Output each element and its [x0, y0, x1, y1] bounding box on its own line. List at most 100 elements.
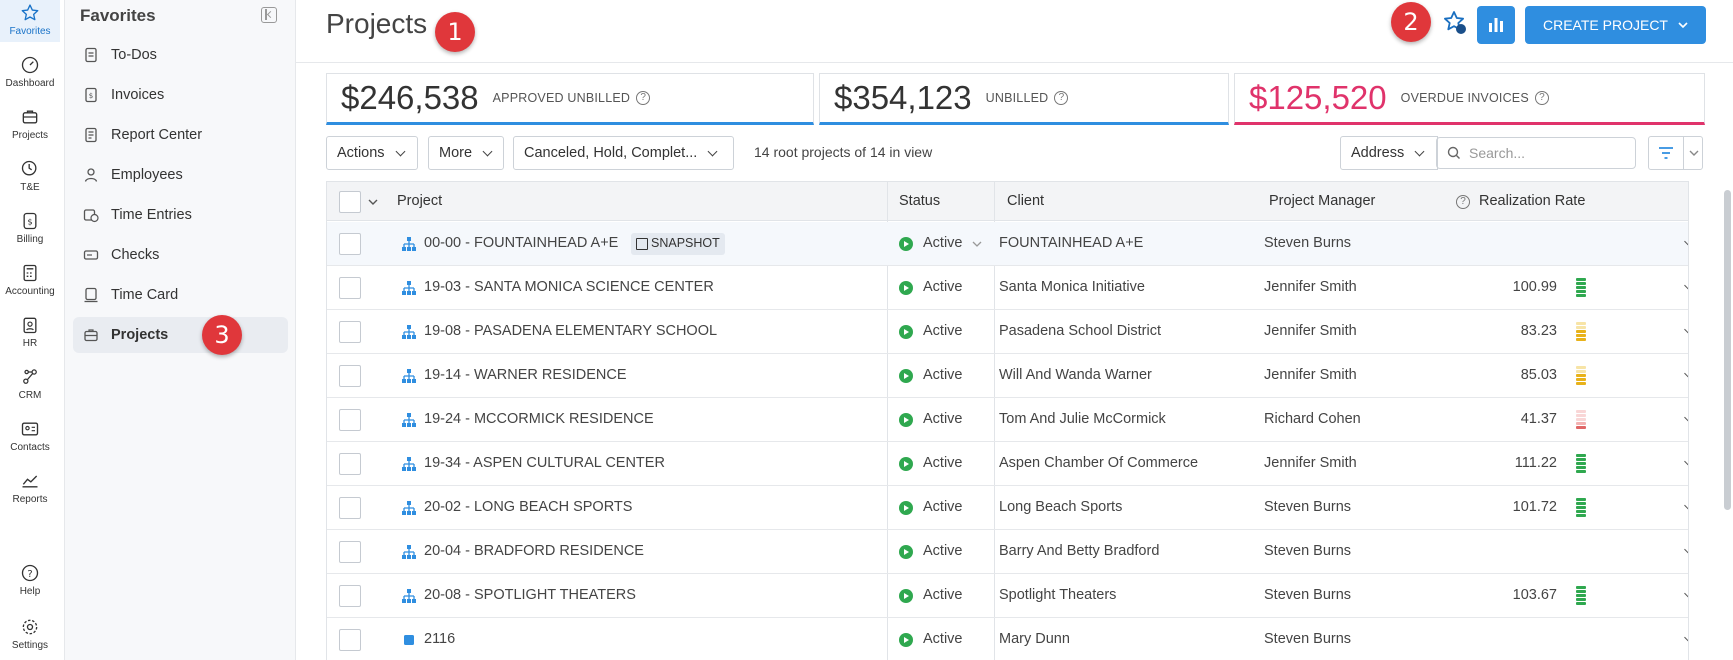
project-name[interactable]: 19-34 - ASPEN CULTURAL CENTER	[424, 455, 665, 471]
status-value[interactable]: Active	[923, 279, 963, 295]
row-checkbox[interactable]	[339, 453, 361, 475]
rail-item-help[interactable]: ? Help	[0, 560, 60, 610]
more-dropdown[interactable]: More	[428, 136, 504, 170]
help-icon[interactable]: ?	[1456, 195, 1470, 209]
status-value[interactable]: Active	[923, 455, 963, 471]
select-all-checkbox[interactable]	[339, 191, 361, 213]
table-row[interactable]: 19-03 - SANTA MONICA SCIENCE CENTER Activ…	[327, 266, 1688, 310]
rail-item-reports[interactable]: Reports	[0, 468, 60, 518]
table-row[interactable]: 2116 Active Mary Dunn Steven Burns	[327, 618, 1688, 660]
filter-button[interactable]	[1648, 136, 1703, 170]
svg-text:?: ?	[27, 569, 32, 580]
status-value[interactable]: Active	[923, 543, 963, 559]
status-value[interactable]: Active	[923, 631, 963, 647]
rail-item-dashboard[interactable]: Dashboard	[0, 52, 60, 102]
row-expand-chevron-icon[interactable]	[1684, 367, 1688, 380]
row-expand-chevron-icon[interactable]	[1684, 499, 1688, 512]
table-row[interactable]: 20-02 - LONG BEACH SPORTS Active Long Beac…	[327, 486, 1688, 530]
row-expand-chevron-icon[interactable]	[1684, 235, 1688, 248]
favorites-item-checks[interactable]: Checks	[73, 237, 288, 273]
chevron-down-icon[interactable]	[368, 198, 378, 206]
collapse-panel-icon[interactable]	[261, 7, 277, 23]
project-name[interactable]: 20-04 - BRADFORD RESIDENCE	[424, 543, 644, 559]
table-row[interactable]: 19-14 - WARNER RESIDENCE Active Will And W…	[327, 354, 1688, 398]
row-expand-chevron-icon[interactable]	[1684, 543, 1688, 556]
snapshot-tag[interactable]: SNAPSHOT	[631, 233, 725, 255]
table-row[interactable]: 20-04 - BRADFORD RESIDENCE Active Barry An…	[327, 530, 1688, 574]
vertical-scrollbar[interactable]	[1724, 190, 1731, 510]
status-filter-dropdown[interactable]: Canceled, Hold, Complet...	[513, 136, 734, 170]
project-name[interactable]: 19-08 - PASADENA ELEMENTARY SCHOOL	[424, 323, 717, 339]
create-project-button[interactable]: CREATE PROJECT	[1525, 6, 1706, 44]
column-header-status[interactable]: Status	[899, 193, 940, 209]
row-checkbox[interactable]	[339, 585, 361, 607]
favorites-item-time-entries[interactable]: Time Entries	[73, 197, 288, 233]
project-name[interactable]: 19-14 - WARNER RESIDENCE	[424, 367, 627, 383]
favorites-item-report-center[interactable]: Report Center	[73, 117, 288, 153]
table-row[interactable]: 00-00 - FOUNTAINHEAD A+E SNAPSHOT Active FO…	[327, 222, 1688, 266]
actions-dropdown[interactable]: Actions	[326, 136, 418, 170]
help-icon[interactable]: ?	[636, 91, 651, 105]
favorites-item-projects[interactable]: Projects	[73, 317, 288, 353]
status-value[interactable]: Active	[923, 367, 963, 383]
row-expand-chevron-icon[interactable]	[1684, 279, 1688, 292]
project-name[interactable]: 19-03 - SANTA MONICA SCIENCE CENTER	[424, 279, 714, 295]
row-expand-chevron-icon[interactable]	[1684, 411, 1688, 424]
rail-item-te[interactable]: T&E	[0, 156, 60, 206]
help-icon[interactable]: ?	[1534, 91, 1549, 105]
favorites-item-invoices[interactable]: $ Invoices	[73, 77, 288, 113]
status-value[interactable]: Active	[923, 499, 963, 515]
project-name[interactable]: 20-08 - SPOTLIGHT THEATERS	[424, 587, 636, 603]
search-field[interactable]	[1436, 137, 1636, 169]
rail-item-crm[interactable]: CRM	[0, 364, 60, 414]
kpi-overdue-invoices[interactable]: $125,520 OVERDUE INVOICES ?	[1234, 73, 1705, 125]
column-header-client[interactable]: Client	[1007, 193, 1044, 209]
favorites-item-todos[interactable]: To-Dos	[73, 37, 288, 73]
column-header-project-manager[interactable]: Project Manager	[1269, 193, 1375, 209]
row-checkbox[interactable]	[339, 629, 361, 651]
rail-item-accounting[interactable]: Accounting	[0, 260, 60, 310]
status-value[interactable]: Active	[923, 235, 963, 251]
project-name[interactable]: 20-02 - LONG BEACH SPORTS	[424, 499, 632, 515]
table-row[interactable]: 19-08 - PASADENA ELEMENTARY SCHOOL Active…	[327, 310, 1688, 354]
row-checkbox[interactable]	[339, 497, 361, 519]
project-name[interactable]: 00-00 - FOUNTAINHEAD A+E	[424, 235, 618, 251]
row-expand-chevron-icon[interactable]	[1684, 631, 1688, 644]
row-checkbox[interactable]	[339, 409, 361, 431]
rail-item-contacts[interactable]: Contacts	[0, 416, 60, 466]
column-header-realization-rate[interactable]: Realization Rate	[1479, 193, 1585, 209]
rail-item-hr[interactable]: HR	[0, 312, 60, 362]
row-expand-chevron-icon[interactable]	[1684, 323, 1688, 336]
kpi-approved-unbilled[interactable]: $246,538 APPROVED UNBILLED ?	[326, 73, 814, 125]
row-checkbox[interactable]	[339, 541, 361, 563]
row-expand-chevron-icon[interactable]	[1684, 455, 1688, 468]
address-dropdown[interactable]: Address	[1340, 136, 1438, 170]
row-expand-chevron-icon[interactable]	[1684, 587, 1688, 600]
status-value[interactable]: Active	[923, 587, 963, 603]
analytics-button[interactable]	[1477, 6, 1515, 44]
help-icon[interactable]: ?	[1054, 91, 1069, 105]
kpi-unbilled[interactable]: $354,123 UNBILLED ?	[819, 73, 1229, 125]
favorite-star-icon[interactable]	[1440, 8, 1470, 38]
rail-item-settings[interactable]: Settings	[0, 614, 60, 660]
table-row[interactable]: 20-08 - SPOTLIGHT THEATERS Active Spotligh…	[327, 574, 1688, 618]
rail-item-billing[interactable]: $ Billing	[0, 208, 60, 258]
search-input[interactable]	[1469, 145, 1619, 161]
table-row[interactable]: 19-24 - MCCORMICK RESIDENCE Active Tom And…	[327, 398, 1688, 442]
rail-item-favorites[interactable]: Favorites	[0, 0, 60, 42]
row-checkbox[interactable]	[339, 321, 361, 343]
nav-rail: Favorites Dashboard Projects T&E $ Billi…	[0, 0, 65, 660]
table-row[interactable]: 19-34 - ASPEN CULTURAL CENTER Active Aspen…	[327, 442, 1688, 486]
row-checkbox[interactable]	[339, 277, 361, 299]
project-name[interactable]: 19-24 - MCCORMICK RESIDENCE	[424, 411, 654, 427]
chevron-down-icon[interactable]	[972, 240, 982, 248]
column-header-project[interactable]: Project	[397, 193, 442, 209]
rail-item-projects[interactable]: Projects	[0, 104, 60, 154]
favorites-item-employees[interactable]: Employees	[73, 157, 288, 193]
status-value[interactable]: Active	[923, 411, 963, 427]
favorites-item-time-card[interactable]: Time Card	[73, 277, 288, 313]
project-name[interactable]: 2116	[424, 631, 455, 647]
status-value[interactable]: Active	[923, 323, 963, 339]
row-checkbox[interactable]	[339, 233, 361, 255]
row-checkbox[interactable]	[339, 365, 361, 387]
